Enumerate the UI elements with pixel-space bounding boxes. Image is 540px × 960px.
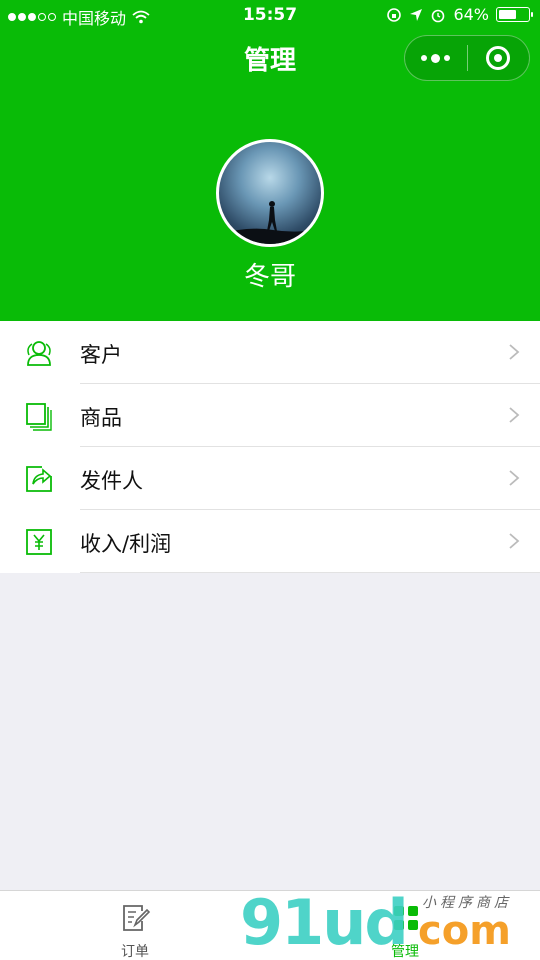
status-right: 64% [386, 5, 533, 24]
divider [80, 572, 540, 573]
rotation-lock-icon [387, 7, 402, 22]
products-icon [26, 403, 52, 431]
sender-icon [26, 466, 52, 492]
menu-item-label: 客户 [80, 343, 122, 367]
menu-item-sender[interactable]: 发件人 [0, 447, 540, 510]
avatar[interactable] [216, 139, 324, 247]
management-menu: 客户 商品 发件人 收入/利润 [0, 321, 540, 573]
menu-item-products[interactable]: 商品 [0, 384, 540, 447]
menu-item-income[interactable]: 收入/利润 [0, 510, 540, 573]
menu-item-label: 发件人 [80, 469, 143, 493]
chevron-right-icon [509, 407, 520, 423]
menu-item-label: 收入/利润 [80, 532, 172, 556]
manage-icon [394, 906, 418, 930]
battery-icon [496, 7, 533, 22]
alarm-icon [432, 9, 445, 22]
tab-label: 管理 [391, 944, 419, 960]
customers-icon [27, 341, 51, 366]
more-dots-icon [421, 53, 451, 63]
target-icon [486, 46, 511, 70]
header: 中国移动 15:57 64% 管理 冬哥 [0, 0, 540, 321]
location-icon [410, 8, 423, 21]
chevron-right-icon [509, 344, 520, 360]
chevron-right-icon [509, 533, 520, 549]
tab-bar: 订单 管理 [0, 890, 540, 960]
income-icon [26, 529, 52, 555]
username: 冬哥 [243, 262, 296, 292]
avatar-image [219, 201, 321, 244]
menu-item-label: 商品 [80, 406, 122, 430]
more-button[interactable] [405, 35, 467, 81]
status-bar: 中国移动 15:57 64% [0, 0, 540, 30]
battery-fill [499, 10, 517, 19]
tab-manage[interactable]: 管理 [270, 891, 540, 960]
mini-program-capsule [404, 35, 530, 81]
orders-icon [123, 905, 151, 931]
battery-percent: 64% [453, 5, 489, 24]
close-mini-program-button[interactable] [467, 35, 529, 81]
tab-label: 订单 [121, 944, 149, 960]
tab-orders[interactable]: 订单 [0, 891, 270, 960]
menu-item-customers[interactable]: 客户 [0, 321, 540, 384]
chevron-right-icon [509, 470, 520, 486]
